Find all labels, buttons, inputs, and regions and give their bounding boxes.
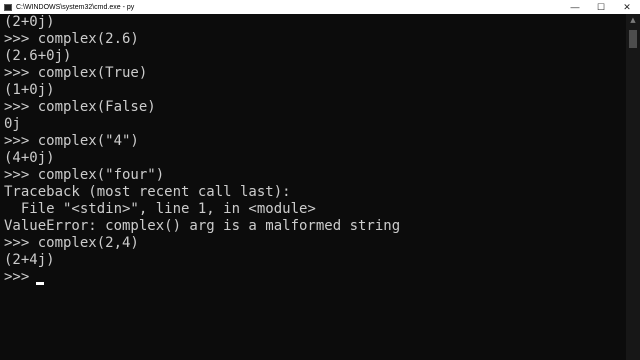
console-prompt[interactable]: >>> [4,269,38,286]
close-button[interactable]: ✕ [614,0,640,14]
console-line: >>> complex(True) [4,65,148,81]
console-line: File "<stdin>", line 1, in <module> [4,201,316,217]
console-line: (2+4j) [4,252,55,268]
scrollbar-thumb[interactable] [629,30,637,48]
scroll-up-arrow-icon[interactable]: ▲ [626,14,640,26]
console-line: >>> complex("4") [4,133,139,149]
title-bar[interactable]: C:\WINDOWS\system32\cmd.exe - py — ☐ ✕ [0,0,640,14]
console-output[interactable]: (2+0j) >>> complex(2.6) (2.6+0j) >>> com… [0,14,626,360]
console-line: (2.6+0j) [4,48,72,64]
console-line: ValueError: complex() arg is a malformed… [4,218,401,234]
console-line: (4+0j) [4,150,55,166]
maximize-button[interactable]: ☐ [588,0,614,14]
console-line: (1+0j) [4,82,55,98]
cmd-icon [4,3,12,11]
console-line: >>> complex(False) [4,99,156,115]
cmd-window: C:\WINDOWS\system32\cmd.exe - py — ☐ ✕ (… [0,0,640,360]
console-line: >>> complex(2.6) [4,31,139,47]
window-title: C:\WINDOWS\system32\cmd.exe - py [16,3,135,11]
minimize-button[interactable]: — [562,0,588,14]
console-line: >>> complex("four") [4,167,165,183]
console-line: >>> complex(2,4) [4,235,139,251]
text-cursor [36,282,44,285]
console-line: Traceback (most recent call last): [4,184,291,200]
console-line: (2+0j) [4,14,55,30]
console-line: 0j [4,116,21,132]
vertical-scrollbar[interactable]: ▲ [626,14,640,360]
